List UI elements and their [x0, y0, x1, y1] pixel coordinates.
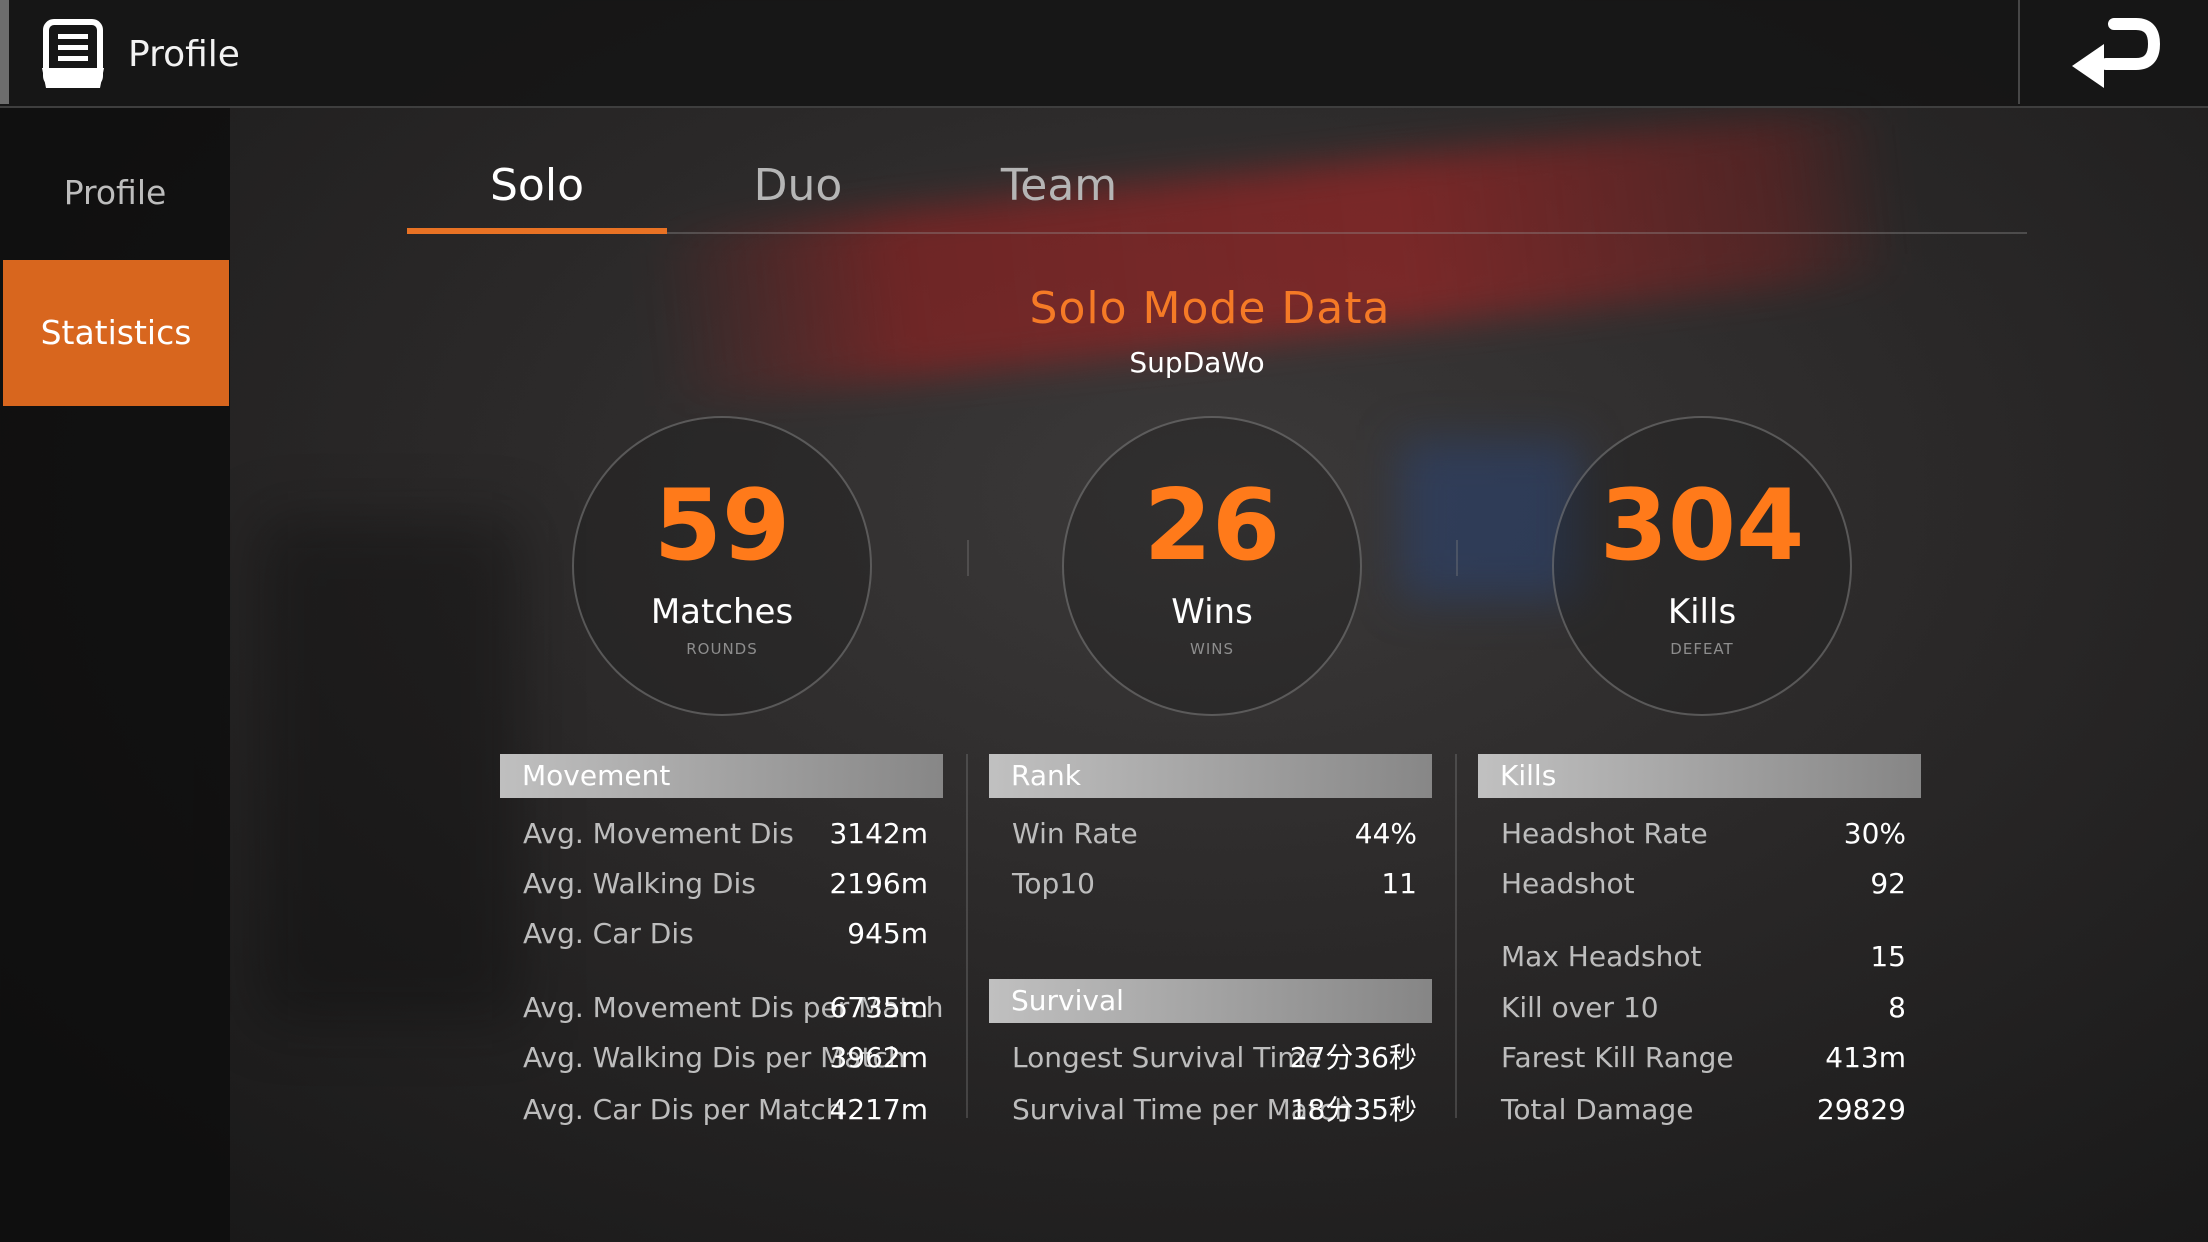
stat-row: Avg. Walking Dis 2196m [523, 864, 928, 904]
stat-value: 44% [1354, 817, 1417, 850]
stat-label: Headshot Rate [1501, 817, 1708, 850]
sidebar: Profile Statistics [0, 108, 230, 1242]
stat-value: 413m [1825, 1041, 1906, 1074]
stat-value: 15 [1870, 940, 1906, 973]
tab-duo[interactable]: Duo [668, 146, 928, 232]
stat-row: Headshot 92 [1501, 864, 1906, 904]
top-bar: Profile [0, 0, 2208, 108]
background-shadow [260, 520, 520, 1020]
circle-separator [967, 540, 969, 576]
sidebar-item-profile[interactable]: Profile [0, 158, 230, 228]
tab-solo[interactable]: Solo [407, 146, 667, 234]
stat-label: Kill over 10 [1501, 991, 1659, 1024]
stat-row: Max Headshot 15 [1501, 937, 1906, 977]
stat-row: Avg. Car Dis per Match 4217m [523, 1090, 928, 1130]
stat-label: Headshot [1501, 867, 1635, 900]
stat-row: Survival Time per Match 18分35秒 [1012, 1090, 1417, 1130]
stat-row: Longest Survival Time 27分36秒 [1012, 1038, 1417, 1078]
stat-label: Longest Survival Time [1012, 1041, 1322, 1074]
stat-label: Avg. Movement Dis [523, 817, 794, 850]
kills-value: 304 [1599, 469, 1805, 583]
stat-row: Total Damage 29829 [1501, 1090, 1906, 1130]
stat-row: Top10 11 [1012, 864, 1417, 904]
stat-label: Avg. Car Dis per Match [523, 1093, 844, 1126]
matches-value: 59 [653, 469, 791, 583]
stat-value: 4217m [829, 1093, 928, 1126]
stat-label: Max Headshot [1501, 940, 1702, 973]
stat-label: Avg. Walking Dis [523, 867, 756, 900]
stat-row: Avg. Walking Dis per Match 3962m [523, 1038, 928, 1078]
stat-value: 3142m [829, 817, 928, 850]
top-divider [2018, 0, 2020, 104]
tab-active-underline [407, 228, 667, 234]
profile-document-icon [42, 19, 104, 88]
stat-label: Total Damage [1501, 1093, 1694, 1126]
mode-tabs: Solo Duo Team [407, 146, 2027, 234]
wins-sublabel: WINS [1190, 640, 1234, 658]
page-title: Profile [128, 34, 240, 75]
wins-value: 26 [1143, 469, 1281, 583]
column-separator [966, 754, 968, 1118]
stat-circle-kills: 304 Kills DEFEAT [1552, 416, 1852, 716]
stat-circle-wins: 26 Wins WINS [1062, 416, 1362, 716]
kills-header: Kills [1478, 754, 1921, 798]
top-bar-accent [0, 0, 9, 104]
movement-header: Movement [500, 754, 943, 798]
wins-label: Wins [1171, 592, 1253, 632]
circle-separator [1456, 540, 1458, 576]
stat-value: 18分35秒 [1289, 1093, 1417, 1126]
kills-sublabel: DEFEAT [1670, 640, 1734, 658]
survival-header: Survival [989, 979, 1432, 1023]
column-separator [1455, 754, 1457, 1118]
stat-value: 2196m [829, 867, 928, 900]
player-name: SupDaWo [1129, 346, 1265, 379]
stat-label: Win Rate [1012, 817, 1138, 850]
tab-solo-label: Solo [490, 160, 584, 211]
tab-team-label: Team [1000, 160, 1118, 211]
stat-row: Headshot Rate 30% [1501, 814, 1906, 854]
tab-duo-label: Duo [753, 160, 843, 211]
stat-label: Avg. Car Dis [523, 917, 694, 950]
kills-label: Kills [1667, 592, 1737, 632]
tab-team[interactable]: Team [929, 146, 1189, 232]
stat-value: 3962m [829, 1041, 928, 1074]
stat-row: Avg. Movement Dis per Match 6735m [523, 988, 944, 1028]
stat-value: 6735m [829, 991, 928, 1024]
stat-row: Win Rate 44% [1012, 814, 1417, 854]
back-arrow-icon[interactable] [2062, 14, 2162, 94]
mode-title: Solo Mode Data [1029, 283, 1391, 334]
stat-value: 27分36秒 [1289, 1041, 1417, 1074]
stat-value: 8 [1888, 991, 1906, 1024]
stat-value: 30% [1843, 817, 1906, 850]
matches-sublabel: ROUNDS [686, 640, 758, 658]
stat-value: 11 [1381, 867, 1417, 900]
matches-label: Matches [650, 592, 794, 632]
stat-circle-matches: 59 Matches ROUNDS [572, 416, 872, 716]
stat-row: Avg. Movement Dis 3142m [523, 814, 928, 854]
stat-row: Farest Kill Range 413m [1501, 1038, 1906, 1078]
stat-row: Avg. Car Dis 945m [523, 914, 928, 954]
stat-label: Top10 [1012, 867, 1095, 900]
stat-value: 92 [1870, 867, 1906, 900]
stat-value: 945m [847, 917, 928, 950]
stat-value: 29829 [1816, 1093, 1906, 1126]
stat-label: Farest Kill Range [1501, 1041, 1734, 1074]
stat-row: Kill over 10 8 [1501, 988, 1906, 1028]
rank-header: Rank [989, 754, 1432, 798]
